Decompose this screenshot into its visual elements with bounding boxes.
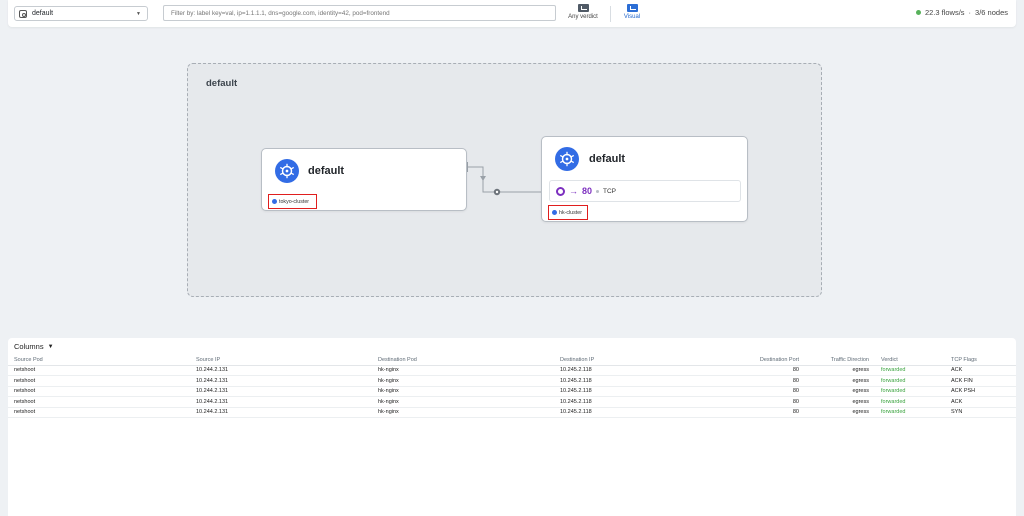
port-row[interactable]: → 80 TCP [549, 180, 741, 202]
cell-destination-ip: 10.245.2.118 [554, 365, 699, 376]
cell-destination-ip: 10.245.2.118 [554, 375, 699, 387]
cell-verdict: forwarded [875, 375, 945, 387]
columns-button[interactable]: Columns ▼ [14, 342, 54, 351]
top-toolbar: default ▼ Any verdict Visual 22.3 flows/… [8, 0, 1016, 27]
stats-separator: · [968, 8, 972, 17]
header-traffic-direction[interactable]: Traffic Direction [805, 355, 875, 366]
kubernetes-icon [275, 159, 299, 183]
cell-destination-pod: hk-nginx [372, 386, 554, 397]
cell-destination-pod: hk-nginx [372, 365, 554, 376]
filter-input[interactable] [163, 5, 556, 21]
kubernetes-icon [555, 147, 579, 171]
port-icon [556, 186, 565, 196]
flows-rate: 22.3 flows/s [924, 8, 965, 17]
flows-table: Source Pod Source IP Destination Pod Des… [8, 355, 1016, 418]
source-cluster-label: tokyo-cluster [279, 198, 310, 205]
cell-destination-pod: hk-nginx [372, 375, 554, 387]
destination-cluster-label: hk-cluster [559, 209, 582, 216]
cell-tcp-flags: ACK [945, 365, 1016, 376]
table-row[interactable]: netshoot 10.244.2.131 hk-nginx 10.245.2.… [8, 365, 1016, 376]
cell-traffic-direction: egress [805, 386, 875, 397]
service-map-canvas[interactable]: default default tokyo-cluster default → … [0, 30, 1024, 335]
cell-source-pod: netshoot [8, 396, 190, 408]
cell-source-pod: netshoot [8, 365, 190, 376]
header-tcp-flags[interactable]: TCP Flags [945, 355, 1016, 366]
header-destination-port[interactable]: Destination Port [699, 355, 805, 366]
destination-service-card[interactable]: default → 80 TCP hk-cluster [541, 136, 748, 222]
chevron-down-icon: ▼ [47, 343, 54, 350]
destination-card-title: default [589, 153, 626, 165]
header-destination-ip[interactable]: Destination IP [554, 355, 699, 366]
cluster-icon [272, 199, 277, 204]
cell-verdict: forwarded [875, 365, 945, 376]
cell-traffic-direction: egress [805, 365, 875, 376]
namespace-group-label: default [206, 78, 238, 89]
destination-cluster-tag: hk-cluster [548, 205, 588, 220]
cell-destination-port: 80 [699, 365, 805, 376]
table-row[interactable]: netshoot 10.244.2.131 hk-nginx 10.245.2.… [8, 386, 1016, 397]
cell-destination-port: 80 [699, 407, 805, 418]
verdict-filter-button[interactable]: Any verdict [561, 4, 605, 24]
cell-tcp-flags: ACK PSH [945, 386, 1016, 397]
cell-tcp-flags: SYN [945, 407, 1016, 418]
cell-tcp-flags: ACK [945, 396, 1016, 408]
cell-destination-pod: hk-nginx [372, 407, 554, 418]
dot-separator [596, 189, 600, 193]
table-row[interactable]: netshoot 10.244.2.131 hk-nginx 10.245.2.… [8, 396, 1016, 408]
cell-tcp-flags: ACK FIN [945, 375, 1016, 387]
header-verdict[interactable]: Verdict [875, 355, 945, 366]
cell-traffic-direction: egress [805, 375, 875, 387]
cell-traffic-direction: egress [805, 396, 875, 408]
cell-source-ip: 10.244.2.131 [190, 396, 372, 408]
arrow-right-icon: → [569, 186, 578, 196]
cell-verdict: forwarded [875, 396, 945, 408]
chevron-down-icon: ▼ [136, 11, 141, 17]
cell-destination-port: 80 [699, 386, 805, 397]
cell-destination-ip: 10.245.2.118 [554, 407, 699, 418]
cell-source-pod: netshoot [8, 375, 190, 387]
header-destination-pod[interactable]: Destination Pod [372, 355, 554, 366]
toolbar-divider [610, 6, 611, 22]
cell-source-ip: 10.244.2.131 [190, 375, 372, 387]
table-row[interactable]: netshoot 10.244.2.131 hk-nginx 10.245.2.… [8, 407, 1016, 418]
cell-source-ip: 10.244.2.131 [190, 386, 372, 397]
cell-destination-ip: 10.245.2.118 [554, 386, 699, 397]
header-source-ip[interactable]: Source IP [190, 355, 372, 366]
namespace-icon [19, 9, 27, 18]
columns-label: Columns [14, 342, 44, 351]
source-card-title: default [308, 165, 345, 177]
cell-destination-ip: 10.245.2.118 [554, 396, 699, 408]
table-header-row: Source Pod Source IP Destination Pod Des… [8, 355, 1016, 366]
visual-icon [626, 4, 638, 12]
cell-destination-port: 80 [699, 396, 805, 408]
cell-source-ip: 10.244.2.131 [190, 365, 372, 376]
verdict-filter-label: Any verdict [568, 14, 598, 20]
port-protocol: TCP [603, 187, 617, 195]
cell-destination-port: 80 [699, 375, 805, 387]
source-cluster-tag: tokyo-cluster [268, 194, 317, 209]
source-service-card[interactable]: default tokyo-cluster [261, 148, 467, 211]
cell-source-ip: 10.244.2.131 [190, 407, 372, 418]
verdict-icon [577, 4, 589, 12]
namespace-select-value: default [32, 10, 54, 17]
cell-verdict: forwarded [875, 407, 945, 418]
cell-verdict: forwarded [875, 386, 945, 397]
cluster-icon [552, 210, 557, 215]
flow-stats: 22.3 flows/s · 3/6 nodes [915, 8, 1008, 17]
header-source-pod[interactable]: Source Pod [8, 355, 190, 366]
visual-button[interactable]: Visual [613, 4, 651, 24]
status-dot-icon [915, 10, 921, 15]
visual-label: Visual [623, 14, 641, 20]
cell-traffic-direction: egress [805, 407, 875, 418]
nodes-count: 3/6 nodes [975, 8, 1008, 17]
table-row[interactable]: netshoot 10.244.2.131 hk-nginx 10.245.2.… [8, 375, 1016, 387]
cell-destination-pod: hk-nginx [372, 396, 554, 408]
flows-panel: Columns ▼ Source Pod Source IP Destinati… [8, 338, 1016, 516]
cell-source-pod: netshoot [8, 386, 190, 397]
port-number: 80 [582, 186, 593, 196]
namespace-select[interactable]: default ▼ [14, 6, 148, 21]
cell-source-pod: netshoot [8, 407, 190, 418]
